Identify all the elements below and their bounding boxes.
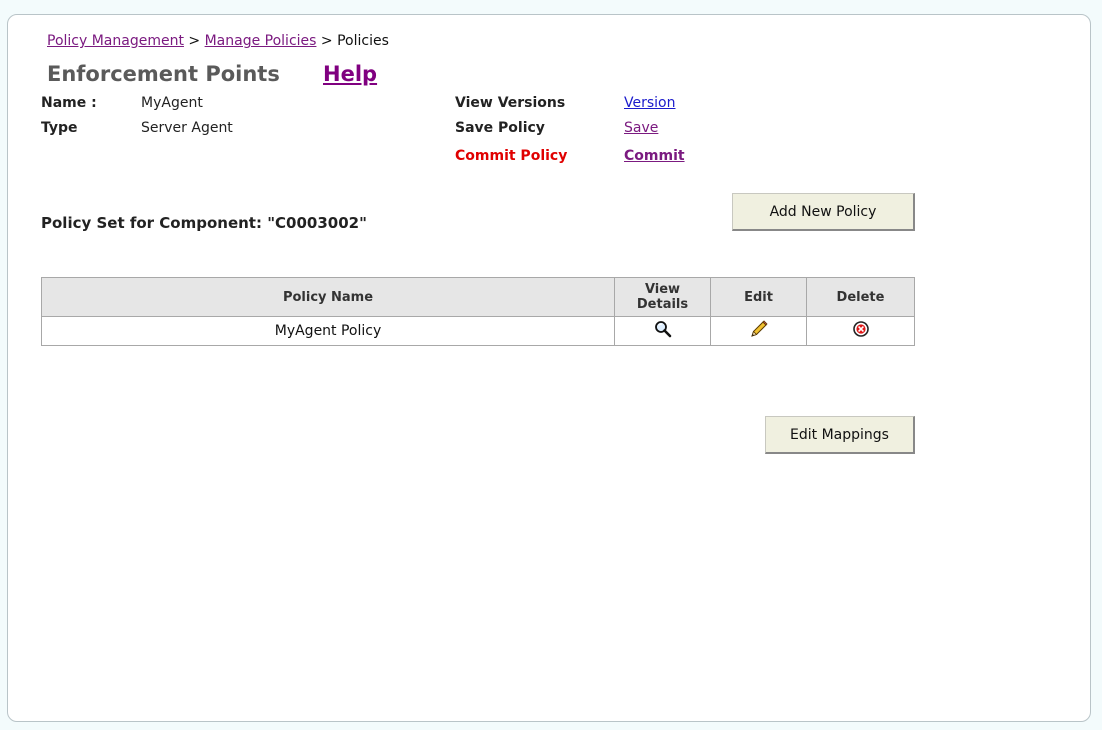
save-policy-label: Save Policy <box>455 120 545 136</box>
page-title: Enforcement Points <box>47 62 280 86</box>
breadcrumb-manage-policies[interactable]: Manage Policies <box>205 33 317 49</box>
breadcrumb: Policy Management > Manage Policies > Po… <box>47 33 389 49</box>
delete-circle-icon[interactable] <box>852 320 870 342</box>
pencil-icon[interactable] <box>749 319 769 343</box>
type-value: Server Agent <box>141 120 233 136</box>
delete-cell <box>806 316 915 346</box>
commit-policy-label: Commit Policy <box>455 148 568 164</box>
breadcrumb-separator: > <box>320 33 333 49</box>
view-details-line1: View <box>644 282 681 297</box>
help-link[interactable]: Help <box>323 62 377 86</box>
column-header-delete: Delete <box>806 277 915 317</box>
policy-set-label: Policy Set for Component: "C0003002" <box>41 214 367 232</box>
breadcrumb-separator: > <box>188 33 201 49</box>
edit-cell <box>710 316 807 346</box>
name-value: MyAgent <box>141 95 203 111</box>
breadcrumb-current: Policies <box>337 33 389 49</box>
save-link[interactable]: Save <box>624 120 658 136</box>
view-versions-label: View Versions <box>455 95 566 111</box>
name-label: Name : <box>41 95 97 111</box>
view-details-cell <box>614 316 711 346</box>
column-header-policy-name: Policy Name <box>41 277 615 317</box>
content-panel: Policy Management > Manage Policies > Po… <box>7 14 1091 722</box>
table-row: MyAgent Policy <box>41 316 915 346</box>
magnifier-icon[interactable] <box>654 320 672 342</box>
version-link[interactable]: Version <box>624 95 675 111</box>
column-header-edit: Edit <box>710 277 807 317</box>
add-new-policy-button[interactable]: Add New Policy <box>732 193 915 231</box>
view-details-line2: Details <box>636 297 689 312</box>
commit-link[interactable]: Commit <box>624 148 685 164</box>
table-header-row: Policy Name View Details Edit Delete <box>41 277 915 317</box>
policies-table: Policy Name View Details Edit Delete MyA… <box>41 277 915 346</box>
policy-name-cell: MyAgent Policy <box>41 316 615 346</box>
column-header-view-details: View Details <box>614 277 711 317</box>
type-label: Type <box>41 120 78 136</box>
breadcrumb-policy-management[interactable]: Policy Management <box>47 33 184 49</box>
edit-mappings-button[interactable]: Edit Mappings <box>765 416 915 454</box>
